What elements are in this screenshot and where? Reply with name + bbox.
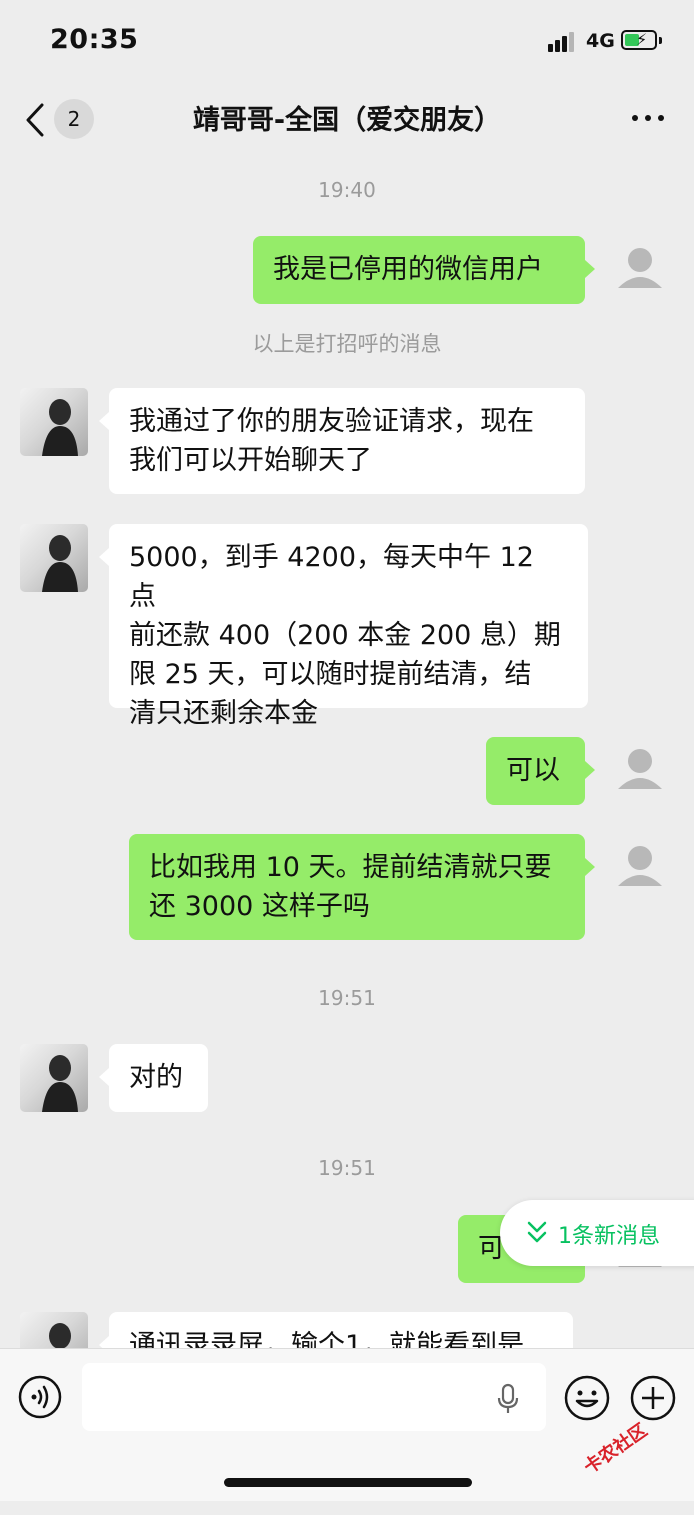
message-text-line: 我通过了你的朋友验证请求，现在 <box>129 406 534 437</box>
voice-icon <box>18 1375 62 1419</box>
message-text-line: 比如我用 10 天。提前结清就只要 <box>149 852 552 883</box>
status-bar: 20:35 4G ⚡ <box>0 0 694 84</box>
back-button[interactable]: 2 <box>24 98 104 142</box>
contact-photo <box>42 535 78 592</box>
message-timestamp: 19:51 <box>318 986 376 1010</box>
chevron-left-icon <box>26 103 44 137</box>
new-messages-label: 1条新消息 <box>558 1224 660 1249</box>
message-text-line: 前还款 400（200 本金 200 息）期 <box>129 620 561 651</box>
message-text-line: 我们可以开始聊天了 <box>129 445 372 476</box>
message-input[interactable] <box>82 1363 546 1431</box>
message-bubble-me[interactable]: 可以 <box>486 737 595 805</box>
my-avatar[interactable] <box>606 236 674 304</box>
message-bubble-other[interactable]: 5000，到手 4200，每天中午 12 点 前还款 400（200 本金 20… <box>99 524 588 729</box>
contact-avatar[interactable] <box>20 388 88 456</box>
contact-avatar[interactable] <box>20 524 88 592</box>
home-indicator <box>224 1478 472 1487</box>
default-user-icon <box>618 846 662 886</box>
message-text-line: 5000，到手 4200，每天中午 12 点 <box>129 542 534 612</box>
battery-icon: ⚡ <box>621 30 657 50</box>
message-timestamp: 19:40 <box>318 178 376 202</box>
contact-avatar[interactable] <box>20 1044 88 1112</box>
contact-photo <box>49 1323 71 1348</box>
unread-count-badge: 2 <box>54 99 94 139</box>
my-avatar[interactable] <box>606 737 674 805</box>
contact-photo <box>42 1055 78 1112</box>
message-list[interactable]: 19:40 我是已停用的微信用户 以上是打招呼的消息 我通过了你的朋友验证请求，… <box>0 154 694 1348</box>
emoji-icon <box>564 1375 610 1421</box>
message-bubble-other[interactable]: 我通过了你的朋友验证请求，现在 我们可以开始聊天了 <box>99 388 585 494</box>
message-bubble-other[interactable]: 通讯录录屏，输个1，就能看到是 <box>99 1312 573 1348</box>
network-type: 4G <box>586 30 615 52</box>
more-options-button[interactable] <box>628 106 668 130</box>
microphone-icon[interactable] <box>496 1383 520 1415</box>
message-bubble-me[interactable]: 我是已停用的微信用户 <box>253 236 595 304</box>
cellular-signal-icon <box>548 32 576 52</box>
message-text-line: 限 25 天，可以随时提前结清，结 <box>129 659 532 690</box>
default-user-icon <box>618 248 662 288</box>
emoji-button[interactable] <box>564 1375 610 1421</box>
new-messages-button[interactable]: 1条新消息 <box>500 1200 694 1266</box>
message-text: 我是已停用的微信用户 <box>273 254 543 285</box>
voice-mode-button[interactable] <box>18 1375 62 1419</box>
chat-title: 靖哥哥-全国（爱交朋友） <box>192 105 502 136</box>
system-note: 以上是打招呼的消息 <box>252 332 442 356</box>
my-avatar[interactable] <box>606 834 674 902</box>
message-text-line: 清只还剩余本金 <box>129 698 318 729</box>
message-text: 通讯录录屏，输个1，就能看到是 <box>129 1330 525 1348</box>
double-chevron-down-icon <box>527 1221 547 1243</box>
status-time: 20:35 <box>50 24 139 55</box>
message-bubble-other[interactable]: 对的 <box>99 1044 208 1112</box>
message-bubble-me[interactable]: 比如我用 10 天。提前结清就只要 还 3000 这样子吗 <box>129 834 595 940</box>
message-text: 可以 <box>506 755 560 786</box>
message-text: 对的 <box>129 1062 183 1093</box>
default-user-icon <box>618 749 662 789</box>
message-text-line: 还 3000 这样子吗 <box>149 891 370 922</box>
chat-header: 2 靖哥哥-全国（爱交朋友） <box>0 84 694 154</box>
contact-avatar[interactable] <box>20 1312 88 1348</box>
contact-photo <box>42 399 78 456</box>
message-timestamp: 19:51 <box>318 1156 376 1180</box>
battery-tip <box>659 37 662 44</box>
